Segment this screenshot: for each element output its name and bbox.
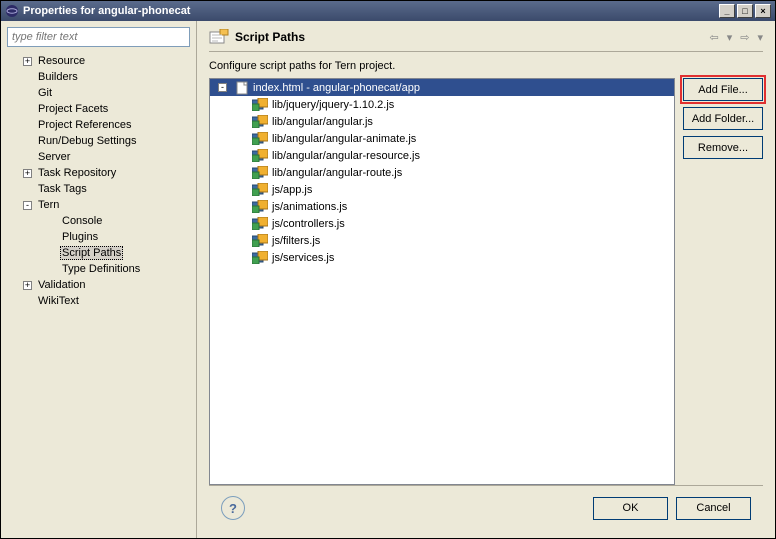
maximize-button[interactable]: □ [737, 4, 753, 18]
tree-root[interactable]: - index.html - angular-phonecat/app [210, 79, 674, 96]
collapse-icon[interactable]: - [218, 83, 227, 92]
js-file-icon [252, 217, 268, 230]
tree-item-label: Project References [36, 119, 134, 131]
window-title: Properties for angular-phonecat [23, 5, 717, 17]
expander-icon[interactable]: + [23, 169, 32, 178]
tree-item-label: Project Facets [36, 103, 110, 115]
script-item[interactable]: js/filters.js [210, 232, 674, 249]
description-text: Configure script paths for Tern project. [209, 60, 763, 72]
tree-item-label: Git [36, 87, 54, 99]
eclipse-icon [5, 4, 19, 18]
tree-item-resource[interactable]: + Resource [7, 53, 190, 69]
filter-input[interactable] [7, 27, 190, 47]
script-item-label: js/app.js [272, 184, 312, 196]
script-item[interactable]: lib/angular/angular.js [210, 113, 674, 130]
script-paths-icon [209, 29, 229, 45]
js-file-icon [252, 234, 268, 247]
tree-item-type-definitions[interactable]: Type Definitions [7, 261, 190, 277]
tree-item-run-debug-settings[interactable]: Run/Debug Settings [7, 133, 190, 149]
script-item[interactable]: lib/jquery/jquery-1.10.2.js [210, 96, 674, 113]
tree-item-plugins[interactable]: Plugins [7, 229, 190, 245]
script-item-label: js/animations.js [272, 201, 347, 213]
tree-item-label: Task Tags [36, 183, 89, 195]
tree-item-label: Plugins [60, 231, 100, 243]
js-file-icon [252, 166, 268, 179]
nav-toolbar: ⇦ ▾ ⇨ ▾ [710, 31, 764, 44]
js-file-icon [252, 183, 268, 196]
tree-item-label: Run/Debug Settings [36, 135, 138, 147]
page-title: Script Paths [235, 30, 710, 44]
ok-button[interactable]: OK [593, 497, 668, 520]
script-item[interactable]: lib/angular/angular-resource.js [210, 147, 674, 164]
tree-root-label: index.html - angular-phonecat/app [253, 82, 420, 94]
script-item-label: js/services.js [272, 252, 334, 264]
tree-item-git[interactable]: Git [7, 85, 190, 101]
script-item-label: lib/angular/angular-resource.js [272, 150, 420, 162]
script-paths-tree[interactable]: - index.html - angular-phonecat/app lib/… [209, 78, 675, 485]
script-item[interactable]: js/app.js [210, 181, 674, 198]
tree-item-task-tags[interactable]: Task Tags [7, 181, 190, 197]
script-item[interactable]: js/controllers.js [210, 215, 674, 232]
tree-item-label: WikiText [36, 295, 81, 307]
remove-button[interactable]: Remove... [683, 136, 763, 159]
tree-item-label: Validation [36, 279, 88, 291]
script-item[interactable]: js/animations.js [210, 198, 674, 215]
add-folder-button[interactable]: Add Folder... [683, 107, 763, 130]
category-panel: + Resource Builders Git Project Facets Projec… [1, 21, 197, 538]
cancel-button[interactable]: Cancel [676, 497, 751, 520]
tree-item-validation[interactable]: + Validation [7, 277, 190, 293]
script-item[interactable]: lib/angular/angular-route.js [210, 164, 674, 181]
tree-item-label: Builders [36, 71, 80, 83]
tree-item-project-references[interactable]: Project References [7, 117, 190, 133]
tree-item-console[interactable]: Console [7, 213, 190, 229]
expander-icon[interactable]: + [23, 281, 32, 290]
js-file-icon [252, 200, 268, 213]
tree-item-server[interactable]: Server [7, 149, 190, 165]
expander-icon[interactable]: + [23, 57, 32, 66]
script-item-label: lib/angular/angular.js [272, 116, 373, 128]
tree-item-project-facets[interactable]: Project Facets [7, 101, 190, 117]
tree-item-label: Console [60, 215, 104, 227]
tree-item-builders[interactable]: Builders [7, 69, 190, 85]
back-menu-icon[interactable]: ▾ [727, 31, 733, 44]
category-tree[interactable]: + Resource Builders Git Project Facets Projec… [7, 51, 190, 532]
back-icon[interactable]: ⇦ [710, 31, 719, 44]
js-file-icon [252, 98, 268, 111]
js-file-icon [252, 149, 268, 162]
add-file-button[interactable]: Add File... [683, 78, 763, 101]
minimize-button[interactable]: _ [719, 4, 735, 18]
script-item-label: js/controllers.js [272, 218, 345, 230]
tree-item-label: Type Definitions [60, 263, 142, 275]
tree-item-label: Server [36, 151, 72, 163]
details-panel: Script Paths ⇦ ▾ ⇨ ▾ Configure script pa… [197, 21, 775, 538]
js-file-icon [252, 132, 268, 145]
tree-item-label: Task Repository [36, 167, 118, 179]
script-item-label: lib/angular/angular-route.js [272, 167, 402, 179]
tree-item-label: Tern [36, 199, 61, 211]
expander-icon[interactable]: - [23, 201, 32, 210]
script-item-label: lib/angular/angular-animate.js [272, 133, 416, 145]
tree-item-task-repository[interactable]: + Task Repository [7, 165, 190, 181]
help-icon[interactable]: ? [221, 496, 245, 520]
close-button[interactable]: × [755, 4, 771, 18]
tree-item-wikitext[interactable]: WikiText [7, 293, 190, 309]
titlebar[interactable]: Properties for angular-phonecat _ □ × [1, 1, 775, 21]
script-item-label: lib/jquery/jquery-1.10.2.js [272, 99, 394, 111]
tree-item-label: Script Paths [60, 246, 123, 260]
forward-menu-icon[interactable]: ▾ [757, 31, 763, 44]
script-item[interactable]: js/services.js [210, 249, 674, 266]
script-item-label: js/filters.js [272, 235, 320, 247]
forward-icon[interactable]: ⇨ [740, 31, 749, 44]
tree-item-script-paths[interactable]: Script Paths [7, 245, 190, 261]
html-file-icon [235, 81, 249, 95]
js-file-icon [252, 251, 268, 264]
tree-item-label: Resource [36, 55, 87, 67]
js-file-icon [252, 115, 268, 128]
script-item[interactable]: lib/angular/angular-animate.js [210, 130, 674, 147]
tree-item-tern[interactable]: -Tern [7, 197, 190, 213]
